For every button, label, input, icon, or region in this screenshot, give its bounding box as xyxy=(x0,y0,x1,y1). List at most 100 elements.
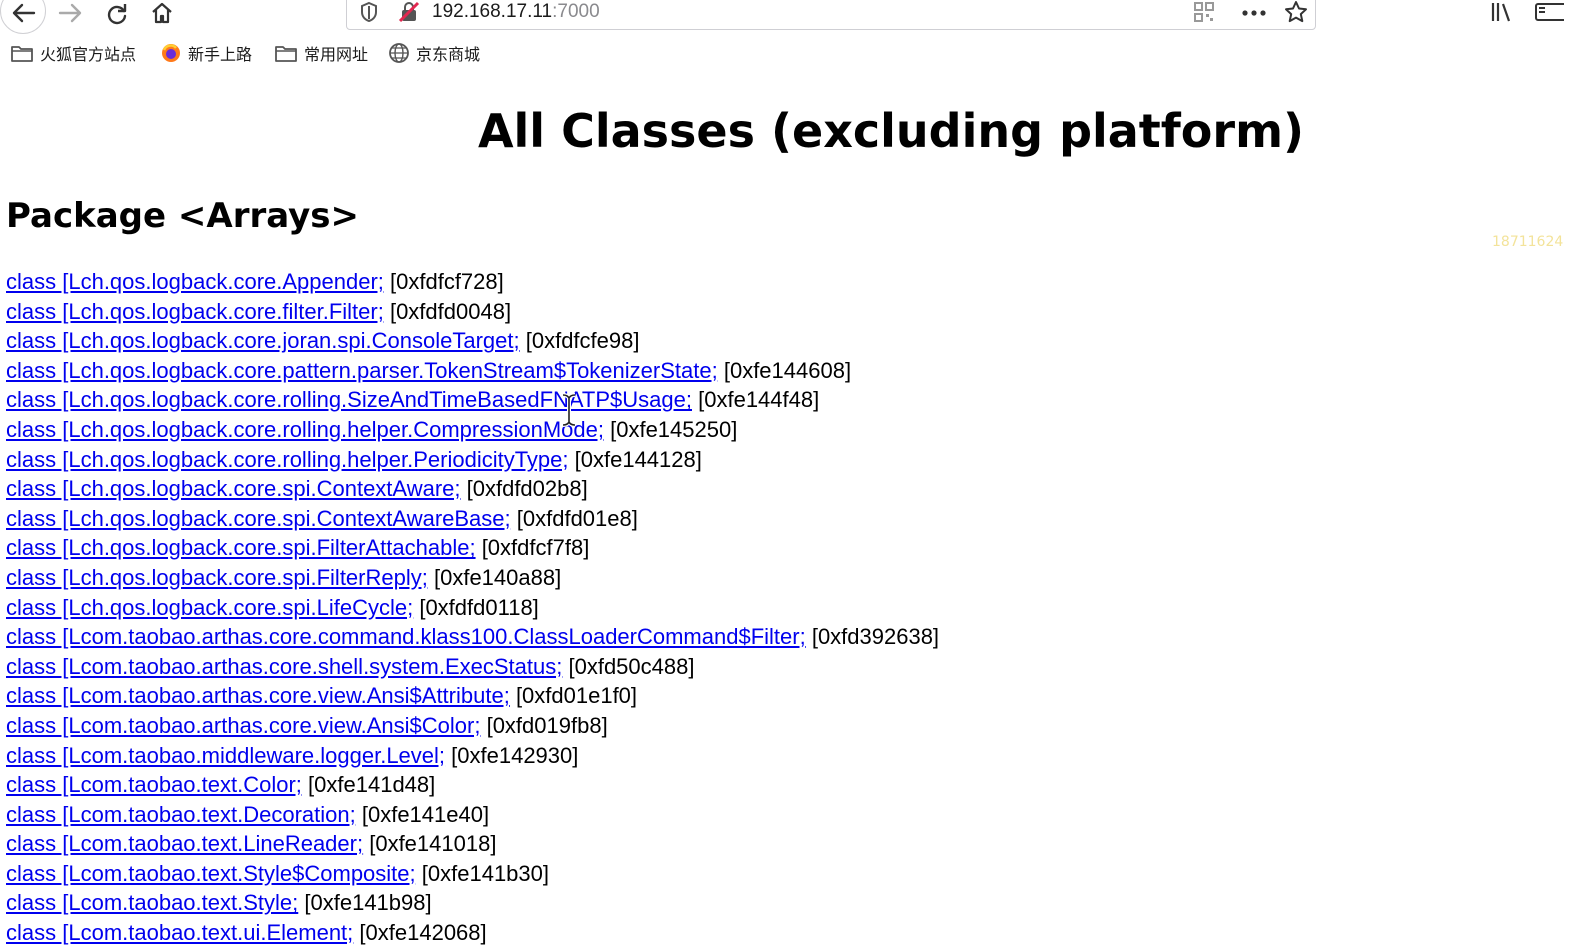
bookmark-star-icon[interactable] xyxy=(1284,0,1308,24)
class-address: [0xfe140a88] xyxy=(433,564,562,590)
browser-toolbar: 192.168.17.11:7000 xyxy=(0,0,1590,34)
class-address: [0xfdfd0048] xyxy=(389,298,512,324)
class-list-item: class [Lch.qos.logback.core.spi.FilterAt… xyxy=(6,533,939,563)
class-list-item: class [Lch.qos.logback.core.spi.ContextA… xyxy=(6,474,939,504)
arrow-right-icon xyxy=(58,3,82,23)
arrow-left-icon xyxy=(12,3,36,23)
globe-icon xyxy=(389,43,409,63)
bookmarks-toolbar: 火狐官方站点 新手上路 常用网址 京东商城 xyxy=(0,38,1590,68)
class-list-item: class [Lch.qos.logback.core.joran.spi.Co… xyxy=(6,326,939,356)
class-list-item: class [Lcom.taobao.middleware.logger.Lev… xyxy=(6,741,939,771)
url-text[interactable]: 192.168.17.11:7000 xyxy=(432,0,600,24)
forward-button[interactable] xyxy=(54,0,88,26)
class-list-item: class [Lch.qos.logback.core.spi.LifeCycl… xyxy=(6,593,939,623)
class-link[interactable]: class [Lcom.taobao.text.Style; xyxy=(6,890,298,915)
class-list-item: class [Lch.qos.logback.core.rolling.help… xyxy=(6,415,939,445)
class-address: [0xfe141d48] xyxy=(308,772,436,798)
reload-button[interactable] xyxy=(100,0,134,26)
class-address: [0xfe141e40] xyxy=(361,801,490,827)
text-cursor-icon xyxy=(562,393,576,427)
class-link[interactable]: class [Lch.qos.logback.core.pattern.pars… xyxy=(6,358,718,383)
class-link[interactable]: class [Lcom.taobao.text.Color; xyxy=(6,772,302,797)
class-link[interactable]: class [Lch.qos.logback.core.spi.FilterRe… xyxy=(6,565,428,590)
class-list-item: class [Lcom.taobao.text.Decoration; [0xf… xyxy=(6,800,939,830)
class-list-item: class [Lch.qos.logback.core.spi.FilterRe… xyxy=(6,563,939,593)
url-port: :7000 xyxy=(552,1,600,22)
class-link[interactable]: class [Lch.qos.logback.core.spi.ContextA… xyxy=(6,506,511,531)
class-link[interactable]: class [Lcom.taobao.arthas.core.view.Ansi… xyxy=(6,683,510,708)
insecure-lock-icon[interactable] xyxy=(397,0,421,24)
package-heading: Package <Arrays> xyxy=(6,196,360,236)
class-address: [0xfe144608] xyxy=(723,357,852,383)
qr-code-icon[interactable] xyxy=(1193,1,1215,23)
class-address: [0xfd01e1f0] xyxy=(515,683,638,709)
class-list-item: class [Lcom.taobao.arthas.core.shell.sys… xyxy=(6,652,939,682)
class-address: [0xfe141018] xyxy=(369,831,497,857)
class-link[interactable]: class [Lcom.taobao.arthas.core.command.k… xyxy=(6,624,806,649)
bookmark-item[interactable]: 火狐官方站点 xyxy=(10,38,136,68)
class-list-item: class [Lcom.taobao.text.Color; [0xfe141d… xyxy=(6,770,939,800)
class-address: [0xfdfd02b8] xyxy=(466,476,588,502)
class-address: [0xfd50c488] xyxy=(568,653,695,679)
class-address: [0xfe144128] xyxy=(574,446,702,472)
class-address: [0xfd019fb8] xyxy=(486,712,608,738)
class-link[interactable]: class [Lch.qos.logback.core.rolling.help… xyxy=(6,417,604,442)
folder-icon xyxy=(11,46,33,62)
page-title: All Classes (excluding platform) xyxy=(477,104,1305,158)
class-link[interactable]: class [Lch.qos.logback.core.Appender; xyxy=(6,269,384,294)
reload-icon xyxy=(107,4,127,25)
class-link[interactable]: class [Lcom.taobao.text.ui.Element; xyxy=(6,920,353,945)
class-link[interactable]: class [Lcom.taobao.arthas.core.view.Ansi… xyxy=(6,713,480,738)
home-button[interactable] xyxy=(145,0,179,26)
library-icon[interactable] xyxy=(1490,1,1514,23)
class-address: [0xfe144f48] xyxy=(698,387,820,413)
tracking-shield-icon[interactable] xyxy=(359,1,379,23)
class-link[interactable]: class [Lch.qos.logback.core.spi.LifeCycl… xyxy=(6,595,413,620)
class-address: [0xfe145250] xyxy=(610,416,738,442)
class-list-item: class [Lch.qos.logback.core.pattern.pars… xyxy=(6,356,939,386)
class-address: [0xfe142930] xyxy=(451,742,579,768)
class-address: [0xfe141b30] xyxy=(421,860,550,886)
folder-icon xyxy=(275,46,297,62)
class-link[interactable]: class [Lch.qos.logback.core.spi.FilterAt… xyxy=(6,535,476,560)
bookmark-item[interactable]: 常用网址 xyxy=(274,38,368,68)
class-address: [0xfdfcf728] xyxy=(390,269,504,294)
class-link[interactable]: class [Lch.qos.logback.core.rolling.Size… xyxy=(6,387,692,412)
sidebar-icon[interactable] xyxy=(1534,2,1564,22)
class-address: [0xfe141b98] xyxy=(304,890,432,916)
class-link[interactable]: class [Lcom.taobao.middleware.logger.Lev… xyxy=(6,743,445,768)
class-link[interactable]: class [Lcom.taobao.text.Decoration; xyxy=(6,802,356,827)
bookmark-item[interactable]: 新手上路 xyxy=(160,38,252,68)
class-address: [0xfd392638] xyxy=(811,624,940,650)
more-options-icon[interactable] xyxy=(1241,9,1267,17)
class-link[interactable]: class [Lch.qos.logback.core.filter.Filte… xyxy=(6,299,384,324)
bookmark-label: 火狐官方站点 xyxy=(40,45,137,64)
class-list-item: class [Lch.qos.logback.core.spi.ContextA… xyxy=(6,504,939,534)
url-host: 192.168.17.11 xyxy=(432,1,553,22)
class-list-item: class [Lch.qos.logback.core.rolling.help… xyxy=(6,445,939,475)
class-list-item: class [Lch.qos.logback.core.Appender; [0… xyxy=(6,267,939,297)
class-address: [0xfdfcfe98] xyxy=(525,328,640,354)
class-list-item: class [Lcom.taobao.arthas.core.command.k… xyxy=(6,622,939,652)
class-address: [0xfdfd0118] xyxy=(419,594,539,620)
back-button[interactable] xyxy=(6,0,40,26)
class-link[interactable]: class [Lch.qos.logback.core.spi.ContextA… xyxy=(6,476,461,501)
bookmark-label: 京东商城 xyxy=(416,45,481,64)
class-link[interactable]: class [Lcom.taobao.text.LineReader; xyxy=(6,831,363,856)
firefox-icon xyxy=(162,44,180,62)
home-icon xyxy=(152,2,172,24)
class-list-item: class [Lch.qos.logback.core.filter.Filte… xyxy=(6,297,939,327)
class-link[interactable]: class [Lcom.taobao.text.Style$Composite; xyxy=(6,861,416,886)
class-list-item: class [Lcom.taobao.text.Style; [0xfe141b… xyxy=(6,888,939,918)
watermark-text: 18711624 xyxy=(1492,234,1564,250)
class-list-item: class [Lch.qos.logback.core.rolling.Size… xyxy=(6,385,939,415)
class-list-item: class [Lcom.taobao.text.ui.Element; [0xf… xyxy=(6,918,939,948)
class-address: [0xfdfcf7f8] xyxy=(481,535,590,561)
class-link[interactable]: class [Lcom.taobao.arthas.core.shell.sys… xyxy=(6,654,562,679)
bookmark-label: 常用网址 xyxy=(304,45,369,64)
class-address: [0xfdfd01e8] xyxy=(516,505,638,531)
class-link[interactable]: class [Lch.qos.logback.core.joran.spi.Co… xyxy=(6,328,520,353)
class-list-item: class [Lcom.taobao.arthas.core.view.Ansi… xyxy=(6,711,939,741)
class-link[interactable]: class [Lch.qos.logback.core.rolling.help… xyxy=(6,447,569,472)
bookmark-item[interactable]: 京东商城 xyxy=(388,38,480,68)
